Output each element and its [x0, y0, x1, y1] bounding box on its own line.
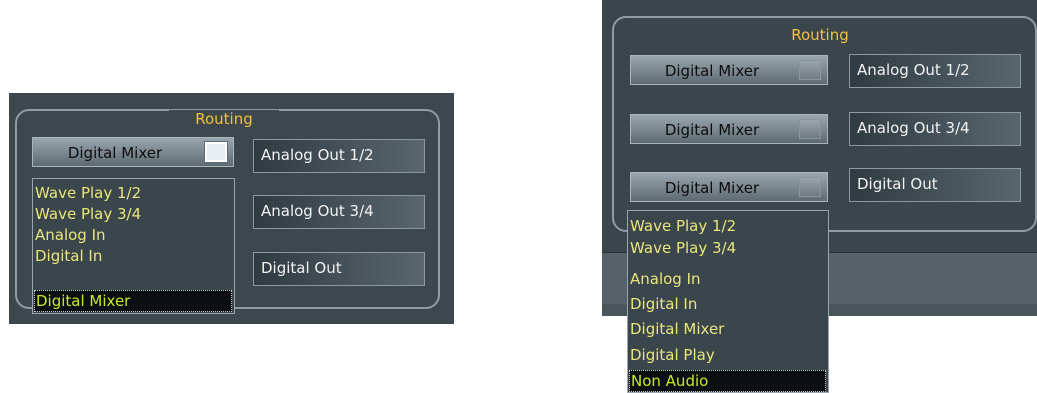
source-combo-3[interactable]: Digital Mixer — [630, 172, 828, 202]
output-analog-out-34[interactable]: Analog Out 3/4 — [253, 195, 425, 229]
list-item-selected[interactable]: Non Audio — [629, 370, 826, 392]
list-item[interactable]: Wave Play 1/2 — [35, 183, 141, 204]
list-item[interactable]: Wave Play 3/4 — [35, 204, 141, 225]
output-analog-out-12[interactable]: Analog Out 1/2 — [253, 139, 425, 173]
source-dropdown-list[interactable]: Wave Play 1/2 Wave Play 3/4 Analog In Di… — [627, 210, 829, 393]
list-item[interactable]: Digital In — [35, 246, 102, 267]
source-dropdown-list[interactable]: Wave Play 1/2 Wave Play 3/4 Analog In Di… — [32, 178, 235, 314]
source-combo[interactable]: Digital Mixer — [32, 137, 234, 167]
dropdown-toggle-button[interactable] — [799, 177, 821, 197]
list-item-selected[interactable]: Digital Mixer — [34, 290, 232, 312]
output-digital-out[interactable]: Digital Out — [253, 252, 425, 286]
list-item[interactable]: Digital Mixer — [630, 319, 724, 340]
list-item[interactable]: Digital Play — [630, 345, 715, 366]
list-item[interactable]: Wave Play 3/4 — [630, 238, 736, 259]
list-item[interactable]: Digital In — [630, 294, 697, 315]
output-digital-out[interactable]: Digital Out — [849, 168, 1021, 202]
routing-title: Routing — [780, 26, 860, 44]
source-combo-label: Digital Mixer — [664, 62, 760, 80]
source-combo-label: Digital Mixer — [664, 121, 760, 139]
source-combo-label: Digital Mixer — [664, 179, 760, 197]
list-item[interactable]: Analog In — [35, 225, 106, 246]
source-combo-label: Digital Mixer — [67, 144, 163, 162]
dropdown-toggle-button[interactable] — [799, 119, 821, 139]
list-item[interactable]: Wave Play 1/2 — [630, 216, 736, 237]
dropdown-toggle-button[interactable] — [205, 142, 227, 162]
output-analog-out-12[interactable]: Analog Out 1/2 — [849, 54, 1021, 88]
list-item[interactable]: Analog In — [630, 269, 701, 290]
dropdown-toggle-button[interactable] — [799, 60, 821, 80]
source-combo-2[interactable]: Digital Mixer — [630, 114, 828, 144]
output-analog-out-34[interactable]: Analog Out 3/4 — [849, 112, 1021, 146]
routing-title: Routing — [169, 110, 279, 128]
routing-panel-left: Routing Digital Mixer Analog Out 1/2 Ana… — [9, 93, 454, 324]
source-combo-1[interactable]: Digital Mixer — [630, 55, 828, 85]
